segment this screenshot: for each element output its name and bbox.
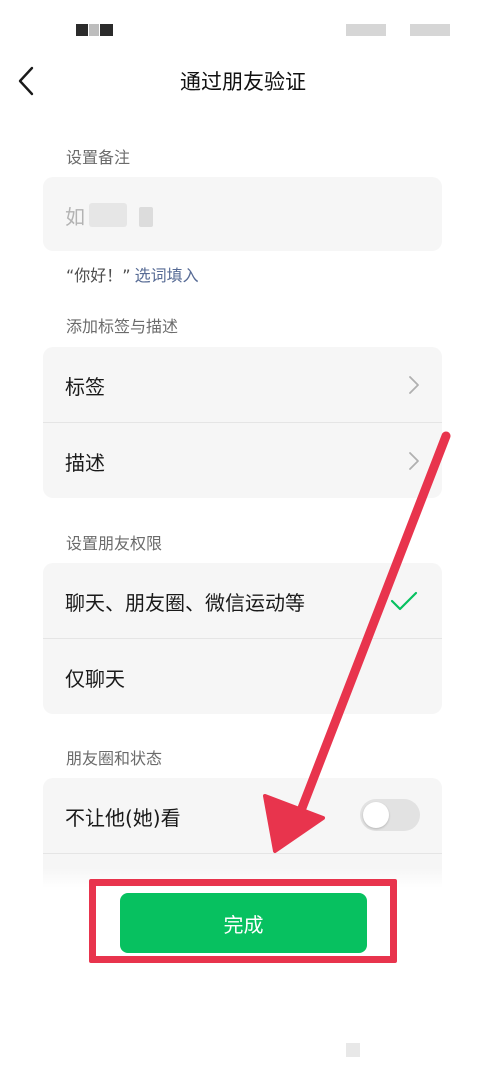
page-title: 通过朋友验证 — [180, 70, 306, 94]
permission-section-label: 设置朋友权限 — [66, 534, 163, 553]
description-row-label: 描述 — [65, 451, 105, 475]
moments-card: 不让他(她)看 — [43, 778, 442, 870]
chevron-right-icon — [408, 450, 420, 472]
status-icon — [100, 24, 113, 36]
remark-input[interactable]: 如 — [43, 177, 442, 251]
remark-input-value: 如 — [65, 205, 85, 229]
remark-section-label: 设置备注 — [66, 148, 131, 167]
permission-option-label: 聊天、朋友圈、微信运动等 — [65, 591, 305, 615]
description-row[interactable]: 描述 — [43, 423, 442, 498]
tag-row[interactable]: 标签 — [43, 347, 442, 423]
tags-card: 标签 描述 — [43, 347, 442, 498]
hide-moments-row: 不让他(她)看 — [43, 778, 442, 854]
permission-card: 聊天、朋友圈、微信运动等 仅聊天 — [43, 563, 442, 714]
redacted-text — [139, 207, 153, 227]
hide-moments-label: 不让他(她)看 — [65, 806, 181, 830]
hide-moments-toggle[interactable] — [360, 799, 420, 831]
permission-option-label: 仅聊天 — [65, 667, 125, 691]
redacted-text — [89, 203, 127, 227]
permission-option-chat-only[interactable]: 仅聊天 — [43, 639, 442, 714]
chevron-right-icon — [408, 374, 420, 396]
nav-bar: 通过朋友验证 — [0, 52, 486, 110]
moments-section-label: 朋友圈和状态 — [66, 749, 163, 768]
status-icon — [89, 24, 99, 36]
divider — [43, 853, 442, 854]
tag-row-label: 标签 — [65, 375, 105, 399]
remark-hint: “你好！” 选词填入 — [66, 262, 199, 286]
toggle-knob — [363, 802, 389, 828]
status-icon — [76, 24, 88, 36]
tags-section-label: 添加标签与描述 — [66, 317, 179, 336]
remark-hint-quote: “你好！” — [66, 266, 131, 285]
redacted-block — [346, 1043, 360, 1057]
battery-icon — [410, 24, 450, 36]
permission-option-all[interactable]: 聊天、朋友圈、微信运动等 — [43, 563, 442, 639]
status-icon — [346, 24, 386, 36]
done-button[interactable]: 完成 — [120, 893, 367, 953]
checkmark-icon — [390, 590, 418, 612]
fill-word-link[interactable]: 选词填入 — [135, 266, 199, 285]
